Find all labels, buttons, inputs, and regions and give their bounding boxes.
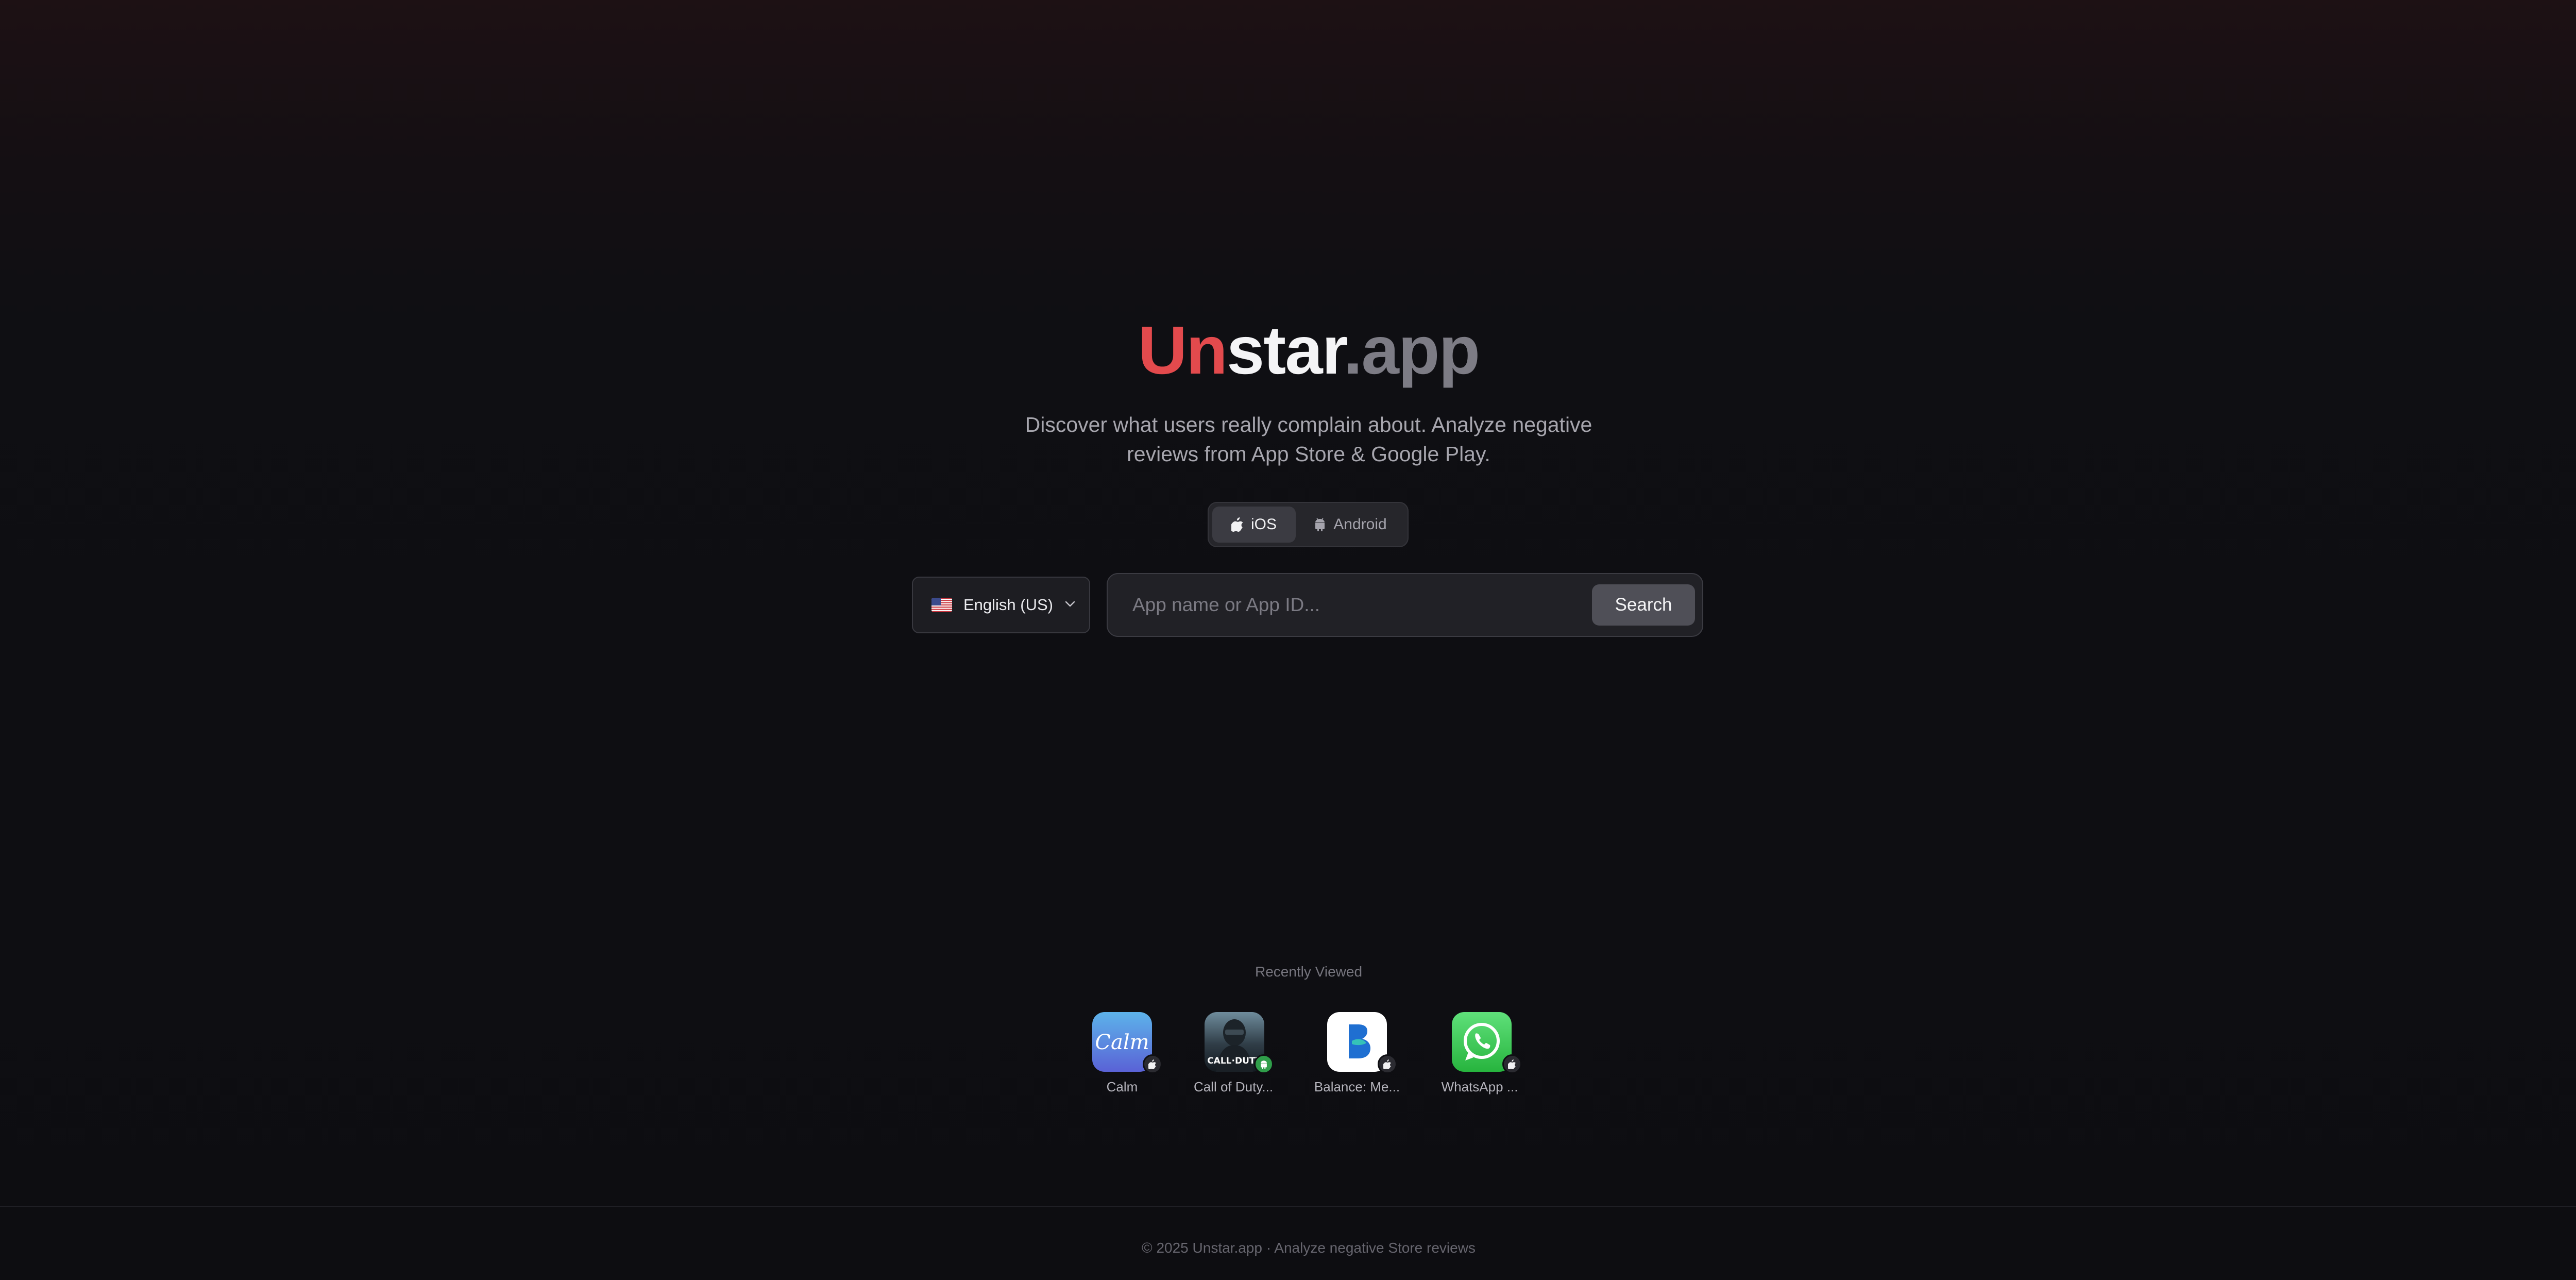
chevron-down-icon bbox=[1064, 600, 1076, 610]
subtitle-line-2: reviews from App Store & Google Play. bbox=[1127, 442, 1490, 466]
android-badge-icon bbox=[1254, 1054, 1274, 1074]
platform-tab-android-label: Android bbox=[1333, 516, 1387, 533]
search-button[interactable]: Search bbox=[1592, 584, 1695, 626]
platform-tab-android[interactable]: Android bbox=[1299, 507, 1402, 543]
recent-app-name: Balance: Me... bbox=[1314, 1079, 1400, 1094]
recent-app-name: Calm bbox=[1106, 1079, 1138, 1094]
language-select[interactable]: English (US) bbox=[912, 577, 1090, 633]
platform-tab-ios-label: iOS bbox=[1250, 516, 1277, 533]
platform-tab-ios[interactable]: iOS bbox=[1212, 507, 1296, 543]
footer-copyright: © 2025 Unstar.app · Analyze negative Sto… bbox=[1142, 1240, 1476, 1256]
search-bar: Search bbox=[1107, 573, 1703, 637]
apple-badge-icon bbox=[1502, 1054, 1522, 1074]
apple-icon bbox=[1231, 517, 1244, 532]
recent-app-name: Call of Duty... bbox=[1193, 1079, 1274, 1094]
logo: Unstar.app bbox=[0, 309, 2576, 392]
android-icon bbox=[1314, 518, 1326, 531]
footer-divider bbox=[0, 1206, 2576, 1207]
logo-part-star: star bbox=[1226, 312, 1345, 388]
subtitle: Discover what users really complain abou… bbox=[999, 410, 1618, 469]
calm-icon-text: Calm bbox=[1095, 1031, 1149, 1054]
platform-toggle: iOS Android bbox=[1208, 502, 1409, 547]
subtitle-line-1: Discover what users really complain abou… bbox=[1025, 413, 1592, 436]
language-select-label: English (US) bbox=[963, 596, 1053, 614]
recent-app-name: WhatsApp ... bbox=[1441, 1079, 1518, 1094]
apple-badge-icon bbox=[1143, 1054, 1162, 1074]
logo-part-app: .app bbox=[1343, 312, 1480, 388]
us-flag-icon bbox=[931, 598, 952, 612]
apple-badge-icon bbox=[1378, 1054, 1397, 1074]
recently-viewed-heading: Recently Viewed bbox=[1255, 964, 1363, 980]
search-input[interactable] bbox=[1132, 587, 1575, 622]
logo-part-un: Un bbox=[1138, 312, 1228, 388]
